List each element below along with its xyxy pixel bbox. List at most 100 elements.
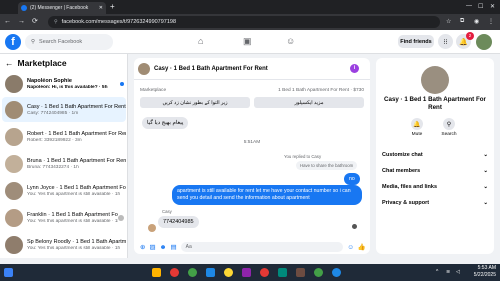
unread-dot xyxy=(120,81,124,86)
chrome-icon[interactable] xyxy=(332,268,341,277)
like-icon[interactable]: 👍 xyxy=(358,243,366,251)
mark-pending-button[interactable]: زیر التوا کے بطور نشان زد کریں xyxy=(140,97,250,108)
message-input[interactable]: Aa xyxy=(180,242,344,252)
chat-members-row[interactable]: Chat members ⌄ xyxy=(380,164,490,178)
chat-preview: Casy: 7742404985 · 1m xyxy=(27,110,79,116)
chrome-icon[interactable] xyxy=(260,268,269,277)
app-icon[interactable] xyxy=(296,268,305,277)
chat-preview: Napoléon: Hi, is this available? · 5h xyxy=(27,84,108,90)
marketplace-title: Marketplace xyxy=(17,58,67,68)
search-icon: ⚲ xyxy=(443,118,455,130)
chat-preview: You: Yes this apartment is still availab… xyxy=(27,218,118,224)
media-files-links-row[interactable]: Media, files and links ⌄ xyxy=(380,180,490,194)
chat-preview: You: Yes this apartment is still availab… xyxy=(27,245,121,251)
forward-icon[interactable]: → xyxy=(18,18,25,26)
menu-grid-icon[interactable]: ⁝⁝ xyxy=(438,34,453,49)
details-title: Casy · 1 Bed 1 Bath Apartment For Rent xyxy=(384,96,486,111)
clock-time: 5:53 AM xyxy=(477,265,496,271)
plus-icon[interactable]: ⊕ xyxy=(140,243,145,251)
chrome-icon[interactable] xyxy=(224,268,233,277)
listing-thumbnail xyxy=(5,74,23,93)
replied-to-label: You replied to Casy xyxy=(284,154,322,159)
find-friends-button[interactable]: Find friends xyxy=(398,35,434,48)
chrome-icon[interactable] xyxy=(314,268,323,277)
listing-photo[interactable] xyxy=(421,66,449,94)
home-icon[interactable]: ⌂ xyxy=(198,36,203,46)
emoji-icon[interactable]: ☺ xyxy=(347,244,354,251)
mute-label: Mute xyxy=(411,132,423,137)
sticker-icon[interactable]: ☻ xyxy=(160,244,167,251)
customize-chat-row[interactable]: Customize chat ⌄ xyxy=(380,148,490,162)
chat-item[interactable]: Robert · 1 Bed 1 Bath Apartment For Rent… xyxy=(2,124,126,149)
listing-thumbnail[interactable] xyxy=(138,62,150,75)
gif-icon[interactable]: ▤ xyxy=(170,243,176,251)
privacy-support-row[interactable]: Privacy & support ⌄ xyxy=(380,196,490,210)
os-taskbar: ^ ≋ ◁ 5:53 AM 5/22/2025 xyxy=(0,264,500,281)
chat-name: Casy · 1 Bed 1 Bath Apartment For Rent xyxy=(27,103,126,110)
new-tab-icon[interactable]: + xyxy=(110,3,115,11)
sender-avatar xyxy=(148,224,156,232)
chrome-icon[interactable] xyxy=(188,268,197,277)
search-input[interactable]: ⚲ Search Facebook xyxy=(25,34,113,50)
facebook-favicon-icon xyxy=(21,5,27,11)
app-icon[interactable] xyxy=(278,268,287,277)
windows-start-icon[interactable] xyxy=(4,268,13,277)
tab-close-icon[interactable]: ✕ xyxy=(99,5,103,11)
wifi-icon[interactable]: ≋ xyxy=(446,269,450,275)
account-avatar[interactable] xyxy=(476,34,492,50)
conversation-title[interactable]: Casy · 1 Bed 1 Bath Apartment For Rent xyxy=(154,66,268,72)
clock-date: 5/22/2025 xyxy=(473,272,496,278)
row-label: Privacy & support xyxy=(382,200,430,206)
facebook-logo[interactable]: f xyxy=(5,34,21,50)
extensions-icon[interactable]: ⧉ xyxy=(460,18,464,25)
site-info-icon[interactable]: ⚲ xyxy=(54,19,58,25)
tray-chevron-icon[interactable]: ^ xyxy=(436,269,438,275)
browser-titlebar: (2) Messenger | Facebook ✕ + — ☐ ✕ xyxy=(0,0,500,14)
minimize-icon[interactable]: — xyxy=(466,3,472,9)
back-arrow-icon[interactable]: ← xyxy=(5,58,14,68)
marketplace-heading: ← Marketplace xyxy=(5,58,67,68)
chat-item-active[interactable]: Casy · 1 Bed 1 Bath Apartment For Rent C… xyxy=(2,97,126,122)
reload-icon[interactable]: ⟳ xyxy=(32,18,38,26)
image-icon[interactable]: ▨ xyxy=(149,243,155,251)
chat-item[interactable]: Sp Belony Roodly · 1 Bed 1 Bath Apartmen… xyxy=(2,232,126,257)
marketplace-icon[interactable]: ▣ xyxy=(243,36,252,46)
tab-title: (2) Messenger | Facebook xyxy=(30,5,89,11)
chat-item[interactable]: Lynn Joyce · 1 Bed 1 Bath Apartment For … xyxy=(2,178,126,203)
close-window-icon[interactable]: ✕ xyxy=(490,3,495,10)
search-action[interactable]: ⚲ Search xyxy=(437,118,461,137)
chat-name: Franklin · 1 Bed 1 Bath Apartment For Re… xyxy=(27,211,118,218)
listing-thumbnail xyxy=(5,181,23,200)
chrome-icon[interactable] xyxy=(170,268,179,277)
taskbar-clock[interactable]: 5:53 AM 5/22/2025 xyxy=(470,265,496,279)
browser-tab[interactable]: (2) Messenger | Facebook ✕ xyxy=(18,2,106,14)
listing-thumbnail xyxy=(5,208,23,227)
app-icon[interactable] xyxy=(242,268,251,277)
browser-menu-icon[interactable]: ⋮ xyxy=(488,18,494,25)
back-icon[interactable]: ← xyxy=(4,18,11,26)
chat-item[interactable]: Bruna · 1 Bed 1 Bath Apartment For Rent … xyxy=(2,151,126,176)
browser-toolbar: ← → ⟳ ⚲ facebook.com/messages/t/97263249… xyxy=(0,14,500,30)
search-label: Search xyxy=(441,132,457,137)
file-explorer-icon[interactable] xyxy=(152,268,161,277)
info-icon[interactable]: i xyxy=(350,64,359,73)
chevron-down-icon: ⌄ xyxy=(483,184,488,190)
listing-price: 1 Bed 1 Bath Apartment For Rent · $730 xyxy=(278,88,364,93)
volume-icon[interactable]: ◁ xyxy=(456,269,460,275)
profile-icon[interactable]: ◉ xyxy=(474,18,479,25)
chat-name: Lynn Joyce · 1 Bed 1 Bath Apartment For … xyxy=(27,184,126,191)
chat-item[interactable]: Napoléon Sophie Napoléon: Hi, is this av… xyxy=(2,71,126,96)
chevron-down-icon: ⌄ xyxy=(483,152,488,158)
search-placeholder: Search Facebook xyxy=(39,39,83,45)
chat-item[interactable]: Franklin · 1 Bed 1 Bath Apartment For Re… xyxy=(2,205,126,230)
listing-thumbnail xyxy=(5,235,23,254)
message-composer: ⊕ ▨ ☻ ▤ Aa ☺ 👍 xyxy=(134,240,370,254)
groups-icon[interactable]: ☺ xyxy=(286,36,295,46)
mute-action[interactable]: 🔔 Mute xyxy=(405,118,429,137)
bookmark-star-icon[interactable]: ☆ xyxy=(446,18,451,25)
address-bar[interactable]: ⚲ facebook.com/messages/t/97263249907971… xyxy=(48,16,440,28)
message-timestamp: 5:51AM xyxy=(243,140,261,145)
maximize-icon[interactable]: ☐ xyxy=(478,3,483,10)
explore-more-button[interactable]: مزید ایکسپلور xyxy=(254,97,364,108)
edge-icon[interactable] xyxy=(206,268,215,277)
